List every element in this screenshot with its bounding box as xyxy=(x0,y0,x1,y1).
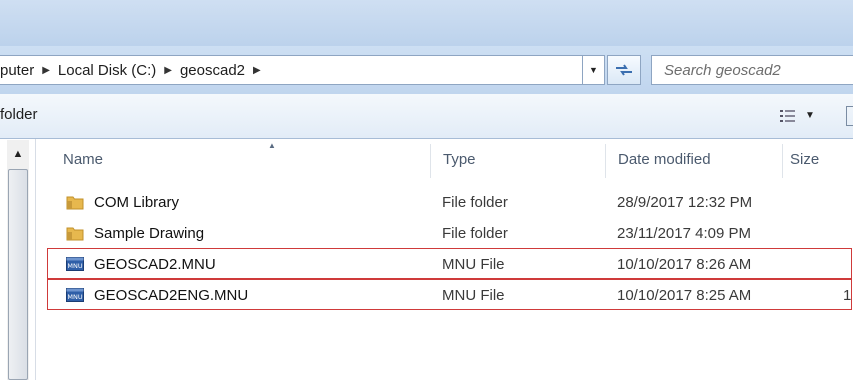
file-type: MNU File xyxy=(442,286,505,304)
file-size: 1 xyxy=(843,286,852,304)
file-date-modified: 23/11/2017 4:09 PM xyxy=(617,224,751,242)
file-row[interactable]: MNU GEOSCAD2ENG.MNU MNU File 10/10/2017 … xyxy=(50,280,853,310)
breadcrumb-arrow-icon[interactable]: ▶ xyxy=(253,65,261,76)
folder-icon xyxy=(66,227,84,241)
sort-ascending-icon: ▲ xyxy=(268,141,276,150)
scrollbar-thumb[interactable] xyxy=(8,169,28,380)
window-title-bar xyxy=(0,0,853,46)
search-input[interactable]: Search geoscad2 xyxy=(651,55,853,85)
breadcrumb-geoscad2[interactable]: geoscad2 xyxy=(180,62,247,79)
file-type: MNU File xyxy=(442,255,505,273)
column-divider[interactable] xyxy=(605,144,606,178)
breadcrumb-arrow-icon[interactable]: ▶ xyxy=(42,65,50,76)
column-header-type[interactable]: Type xyxy=(443,140,476,178)
file-row[interactable]: Sample Drawing File folder 23/11/2017 4:… xyxy=(50,218,853,248)
file-type: File folder xyxy=(442,224,508,242)
file-date-modified: 10/10/2017 8:26 AM xyxy=(617,255,752,273)
folder-icon xyxy=(66,196,84,210)
mnu-icon-label: MNU xyxy=(67,293,82,301)
mnu-icon-label: MNU xyxy=(67,262,82,270)
address-history-dropdown[interactable]: ▼ xyxy=(583,55,605,85)
refresh-button[interactable] xyxy=(607,55,641,85)
column-divider[interactable] xyxy=(430,144,431,178)
help-button[interactable] xyxy=(846,106,853,126)
file-date-modified: 28/9/2017 12:32 PM xyxy=(617,193,753,211)
breadcrumb-local-disk[interactable]: Local Disk (C:) xyxy=(58,62,158,79)
change-view-icon[interactable] xyxy=(780,109,796,123)
mnu-file-icon: MNU xyxy=(66,257,84,271)
toolbar: folder ▼ xyxy=(0,94,853,139)
view-options-dropdown-icon[interactable]: ▼ xyxy=(805,110,815,121)
breadcrumb-arrow-icon[interactable]: ▶ xyxy=(164,65,172,76)
file-name[interactable]: GEOSCAD2ENG.MNU xyxy=(94,280,248,310)
breadcrumb-computer[interactable]: puter xyxy=(0,62,36,79)
refresh-icon xyxy=(616,64,632,76)
column-header-name[interactable]: Name xyxy=(63,140,103,178)
column-divider[interactable] xyxy=(782,144,783,178)
scroll-up-arrow-icon[interactable]: ▲ xyxy=(7,140,29,168)
file-row[interactable]: COM Library File folder 28/9/2017 12:32 … xyxy=(50,187,853,217)
column-header-date-modified[interactable]: Date modified xyxy=(618,140,711,178)
file-date-modified: 10/10/2017 8:25 AM xyxy=(617,286,752,304)
file-name[interactable]: COM Library xyxy=(94,187,179,217)
mnu-file-icon: MNU xyxy=(66,288,84,302)
new-folder-button[interactable]: folder xyxy=(0,106,38,123)
file-row[interactable]: MNU GEOSCAD2.MNU MNU File 10/10/2017 8:2… xyxy=(50,249,853,279)
file-name[interactable]: GEOSCAD2.MNU xyxy=(94,249,216,279)
address-bar[interactable]: puter ▶ Local Disk (C:) ▶ geoscad2 ▶ xyxy=(0,55,583,85)
file-name[interactable]: Sample Drawing xyxy=(94,218,204,248)
file-type: File folder xyxy=(442,193,508,211)
column-header-size[interactable]: Size xyxy=(790,140,819,178)
column-header-row: Name ▲ Type Date modified Size xyxy=(37,140,853,178)
